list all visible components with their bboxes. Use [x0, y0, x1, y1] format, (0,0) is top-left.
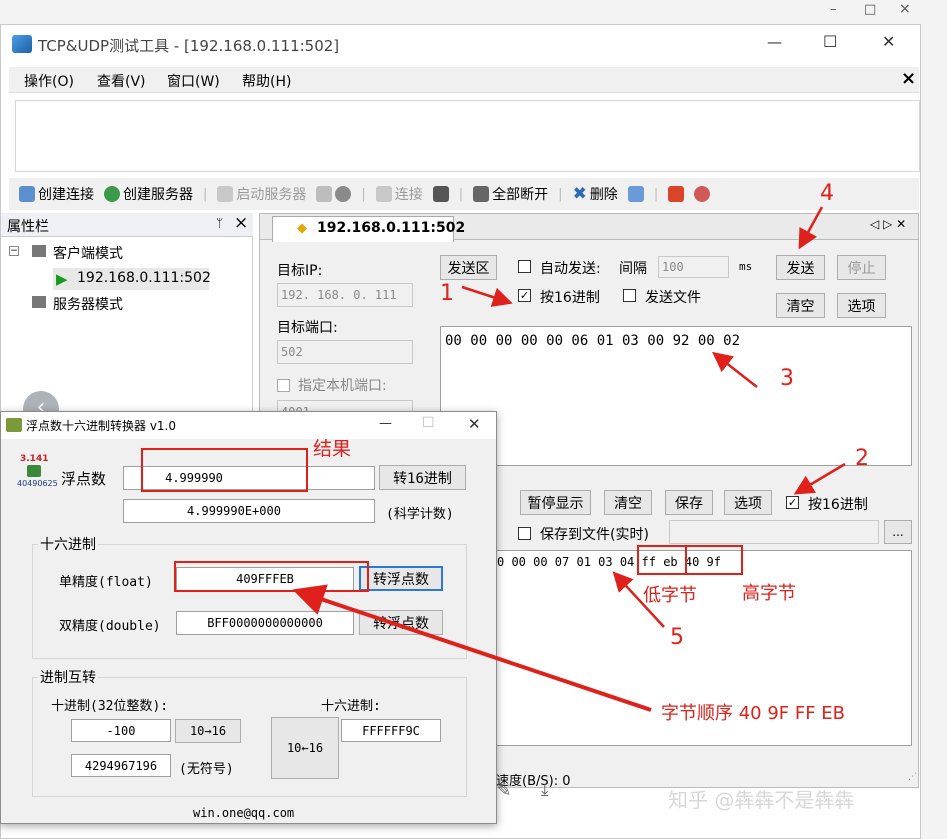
- annotation-high-byte: 高字节: [742, 583, 796, 604]
- annotation-result: 结果: [313, 438, 352, 460]
- arrow-4: [798, 206, 824, 250]
- annotation-2: 2: [855, 446, 869, 471]
- annotation-4: 4: [820, 181, 834, 206]
- annotation-1: 1: [440, 281, 454, 306]
- annotation-5: 5: [670, 625, 684, 650]
- arrow-byte-order: [292, 584, 652, 712]
- watermark: 知乎 @犇犇不是犇犇: [668, 788, 855, 812]
- arrow-2: [793, 462, 846, 495]
- annotation-low-byte: 低字节: [643, 585, 697, 606]
- annotation-byte-order: 字节顺序 40 9F FF EB: [661, 703, 846, 724]
- arrow-3: [712, 351, 758, 388]
- arrow-1: [461, 285, 513, 307]
- annotation-3: 3: [780, 366, 794, 391]
